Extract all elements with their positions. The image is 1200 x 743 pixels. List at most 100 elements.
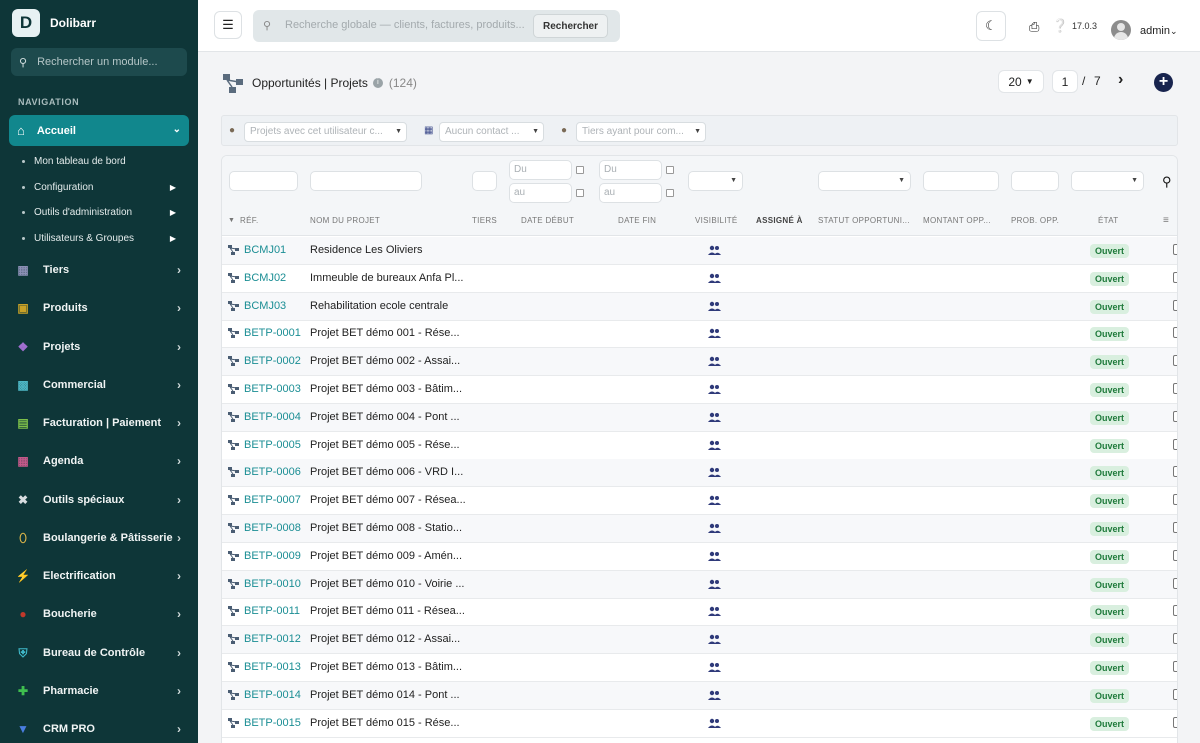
calendar-icon[interactable] [666, 189, 674, 197]
row-checkbox[interactable] [1173, 299, 1177, 311]
filter-start-from[interactable]: Du [509, 160, 572, 180]
filter-end-to[interactable]: au [599, 183, 662, 203]
filter-name-input[interactable] [310, 171, 422, 191]
project-ref-link[interactable]: BCMJ02 [228, 272, 286, 284]
row-checkbox[interactable] [1173, 661, 1177, 672]
table-row[interactable]: BETP-0009 Projet BET démo 009 - Amén... Ou… [222, 543, 1177, 571]
row-checkbox[interactable] [1173, 688, 1177, 700]
project-ref-link[interactable]: BETP-0010 [228, 578, 301, 590]
row-checkbox[interactable] [1173, 466, 1177, 478]
col-opp-status[interactable]: STATUT OPPORTUNI... [818, 216, 910, 225]
project-ref-link[interactable]: BETP-0005 [228, 439, 301, 451]
table-row[interactable]: BETP-0007 Projet BET démo 007 - Résea... O… [222, 487, 1177, 516]
info-icon[interactable]: i [372, 78, 383, 88]
sidebar-item-electrification[interactable]: ⚡ Electrification › [15, 569, 185, 583]
table-row[interactable]: BETP-0002 Projet BET démo 002 - Assai... O… [222, 348, 1177, 377]
project-ref-link[interactable]: BCMJ03 [228, 300, 286, 312]
sidebar-item-tiers[interactable]: ▦ Tiers › [15, 263, 185, 277]
project-ref-link[interactable]: BETP-0006 [228, 466, 301, 478]
row-checkbox[interactable] [1173, 633, 1177, 645]
calendar-icon[interactable] [666, 166, 674, 174]
table-row[interactable]: BETP-0010 Projet BET démo 010 - Voirie ..… [222, 570, 1177, 599]
filter-opp-status-select[interactable]: ▼ [818, 171, 911, 191]
table-row[interactable]: BCMJ02 Immeuble de bureaux Anfa Pl... Ouve… [222, 265, 1177, 293]
project-ref-link[interactable]: BETP-0004 [228, 411, 301, 423]
menu-toggle-button[interactable]: ☰ [214, 11, 242, 39]
project-ref-link[interactable]: BETP-0001 [228, 327, 301, 339]
filter-ref-input[interactable] [229, 171, 298, 191]
col-date-end[interactable]: DATE FIN [618, 216, 656, 225]
filter-start-to[interactable]: au [509, 183, 572, 203]
filter-prob-input[interactable] [1011, 171, 1059, 191]
brand[interactable]: D Dolibarr [12, 9, 96, 37]
col-thirdparty[interactable]: TIERS [472, 216, 497, 225]
table-row[interactable]: BCMJ03 Rehabilitation ecole centrale Ouver… [222, 292, 1177, 321]
row-checkbox[interactable] [1173, 383, 1177, 394]
table-row[interactable]: BETP-0015 Projet BET démo 015 - Rése... Ou… [222, 710, 1177, 738]
sidebar-item-agenda[interactable]: ▦ Agenda › [15, 454, 185, 468]
calendar-icon[interactable] [576, 166, 584, 174]
filter-end-from[interactable]: Du [599, 160, 662, 180]
sidebar-subitem[interactable]: Utilisateurs & Groupes ▶ [22, 233, 182, 244]
filter-user-projects[interactable]: Projets avec cet utilisateur c... ▼ [244, 122, 407, 142]
row-checkbox[interactable] [1173, 522, 1177, 533]
sidebar-item-projets[interactable]: ❖ Projets › [15, 340, 185, 354]
dark-mode-toggle[interactable]: ☾ [976, 11, 1006, 41]
col-opp-prob[interactable]: PROB. OPP. [1011, 216, 1059, 225]
table-row[interactable]: BETP-0011 Projet BET démo 011 - Résea... O… [222, 598, 1177, 627]
global-search-input[interactable]: Recherche globale — clients, factures, p… [285, 19, 525, 31]
row-checkbox[interactable] [1173, 327, 1177, 339]
table-row[interactable]: BETP-0012 Projet BET démo 012 - Assai... O… [222, 626, 1177, 655]
filter-thirdparty[interactable]: Tiers ayant pour com... ▼ [576, 122, 706, 142]
sidebar-item-bureau-de-contr-le[interactable]: ⛨ Bureau de Contrôle › [15, 646, 185, 661]
search-button[interactable]: Rechercher [533, 14, 608, 38]
table-row[interactable]: BETP-0003 Projet BET démo 003 - Bâtim... O… [222, 376, 1177, 404]
project-ref-link[interactable]: BETP-0014 [228, 689, 301, 701]
sidebar-item-outils-sp-ciaux[interactable]: ✖ Outils spéciaux › [15, 493, 185, 507]
filter-state-select[interactable]: ▼ [1071, 171, 1144, 191]
project-ref-link[interactable]: BCMJ01 [228, 244, 286, 256]
col-ref[interactable]: RÉF. [240, 216, 259, 225]
project-ref-link[interactable]: BETP-0008 [228, 522, 301, 534]
sidebar-item-crm-pro[interactable]: ▼ CRM PRO › [15, 722, 185, 736]
project-ref-link[interactable]: BETP-0011 [228, 605, 300, 617]
col-visibility[interactable]: VISIBILITÉ [695, 216, 738, 225]
row-checkbox[interactable] [1173, 716, 1177, 728]
col-opp-amount[interactable]: MONTANT OPP... [923, 216, 991, 225]
avatar[interactable] [1111, 20, 1131, 40]
row-checkbox[interactable] [1173, 605, 1177, 617]
sidebar-item-boulangerie-p-tisserie[interactable]: ⬯ Boulangerie & Pâtisserie › [15, 531, 185, 546]
table-row[interactable]: BETP-0001 Projet BET démo 001 - Rése... Ou… [222, 320, 1177, 349]
col-name[interactable]: NOM DU PROJET [310, 216, 380, 225]
chevron-down-icon[interactable]: ⌄ [1170, 26, 1178, 37]
sidebar-subitem[interactable]: Outils d'administration ▶ [22, 207, 182, 218]
filter-thirdparty-input[interactable] [472, 171, 497, 191]
search-icon[interactable]: ⚲ [1162, 174, 1172, 190]
sidebar-item-produits[interactable]: ▣ Produits › [15, 301, 185, 315]
per-page-select[interactable]: 20 ▼ [998, 70, 1044, 93]
col-date-start[interactable]: DATE DÉBUT [521, 216, 574, 225]
project-ref-link[interactable]: BETP-0013 [228, 661, 301, 673]
sidebar-subitem[interactable]: Mon tableau de bord [22, 156, 182, 167]
table-row[interactable]: BETP-0014 Projet BET démo 014 - Pont ... O… [222, 681, 1177, 710]
sidebar-item-pharmacie[interactable]: ✚ Pharmacie › [15, 684, 185, 698]
project-ref-link[interactable]: BETP-0007 [228, 494, 301, 506]
col-state[interactable]: ÉTAT [1098, 216, 1118, 225]
column-selector-icon[interactable]: ≡ [1163, 215, 1169, 226]
user-name[interactable]: admin [1140, 25, 1170, 37]
project-ref-link[interactable]: BETP-0002 [228, 355, 301, 367]
sort-desc-icon[interactable]: ▼ [228, 217, 235, 224]
filter-amount-input[interactable] [923, 171, 999, 191]
row-checkbox[interactable] [1173, 438, 1177, 450]
row-checkbox[interactable] [1173, 577, 1177, 589]
row-checkbox[interactable] [1173, 549, 1177, 561]
row-checkbox[interactable] [1173, 494, 1177, 506]
project-ref-link[interactable]: BETP-0012 [228, 633, 301, 645]
sidebar-item-accueil[interactable]: ⌂ Accueil ⌄ [9, 115, 189, 146]
project-ref-link[interactable]: BETP-0015 [228, 717, 301, 729]
calendar-icon[interactable] [576, 189, 584, 197]
sidebar-subitem[interactable]: Configuration ▶ [22, 182, 182, 193]
sidebar-item-commercial[interactable]: ▩ Commercial › [15, 378, 185, 392]
project-ref-link[interactable]: BETP-0009 [228, 550, 301, 562]
page-input[interactable]: 1 [1052, 70, 1078, 93]
